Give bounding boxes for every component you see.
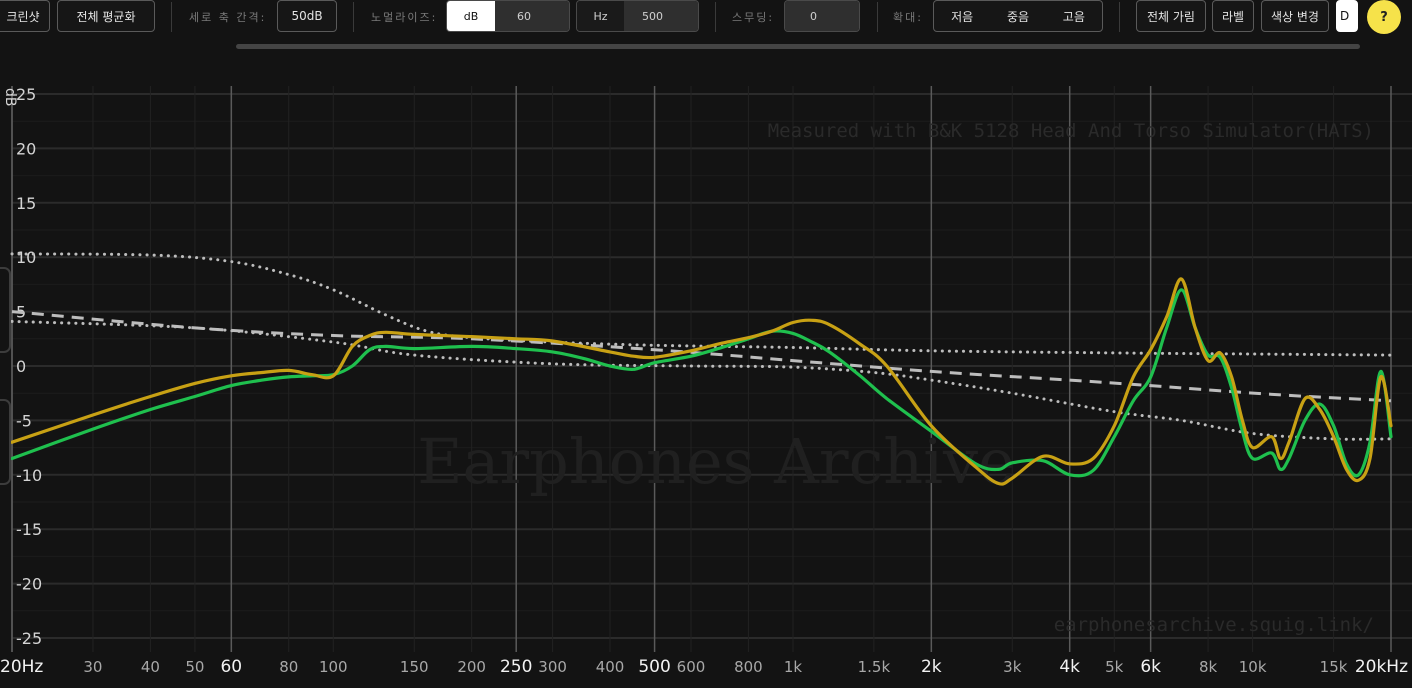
x-tick-label: 800	[734, 658, 763, 676]
x-tick-label: 3k	[1003, 658, 1022, 676]
x-tick-label: 600	[677, 658, 706, 676]
watermark-title: Earphones Archive	[417, 425, 1015, 498]
x-tick-label: 250	[500, 657, 532, 677]
y-tick-label: -15	[16, 520, 42, 539]
x-tick-label: 1k	[784, 658, 803, 676]
zoom-high-button[interactable]: 고음	[1046, 1, 1102, 31]
x-tick-label: 5k	[1105, 658, 1124, 676]
x-tick-label: 400	[596, 658, 625, 676]
x-tick-label: 4k	[1059, 657, 1080, 677]
normalize-hz-group: Hz 500	[576, 0, 699, 32]
smoothing-input[interactable]: 0	[785, 1, 859, 31]
x-tick-label: 50	[185, 658, 204, 676]
toolbar-divider	[715, 2, 716, 32]
y-tick-label: 20	[16, 139, 36, 158]
y-tick-label: 0	[16, 357, 26, 376]
y-tick-label: 10	[16, 248, 36, 267]
x-tick-label: 10k	[1239, 658, 1267, 676]
x-tick-label: 30	[83, 658, 102, 676]
labels-button[interactable]: 라벨	[1212, 0, 1254, 32]
x-tick-label: 40	[141, 658, 160, 676]
x-tick-label: 100	[319, 658, 348, 676]
measurement-annotation: Measured with B&K 5128 Head And Torso Si…	[768, 120, 1374, 142]
x-tick-label: 300	[538, 658, 567, 676]
x-tick-label: 60	[220, 657, 242, 677]
x-tick-label: 20Hz	[0, 657, 43, 677]
x-tick-label: 20kHz	[1355, 657, 1408, 677]
zoom-low-button[interactable]: 저음	[934, 1, 990, 31]
y-tick-label: -20	[16, 575, 42, 594]
yaxis-interval-select[interactable]: 50dB	[277, 0, 337, 32]
x-tick-label: 2k	[921, 657, 942, 677]
zoom-mid-button[interactable]: 중음	[990, 1, 1045, 31]
normalize-all-button[interactable]: 전체 평균화	[57, 0, 155, 32]
x-tick-label: 1.5k	[858, 658, 891, 676]
x-tick-label: 8k	[1199, 658, 1218, 676]
plot-background	[0, 50, 1412, 688]
zoom-label: 확대:	[893, 11, 923, 24]
normalize-db-unit[interactable]: dB	[447, 1, 495, 31]
x-tick-label: 150	[400, 658, 429, 676]
change-color-button[interactable]: 색상 변경	[1261, 0, 1329, 32]
cut-button[interactable]: D	[1336, 0, 1358, 32]
x-tick-label: 200	[457, 658, 486, 676]
smoothing-label: 스무딩:	[732, 11, 775, 24]
yaxis-interval-label: 세로 축 간격:	[189, 11, 267, 24]
x-tick-label: 80	[279, 658, 298, 676]
toolbar-divider	[353, 2, 354, 32]
zoom-group: 저음 중음 고음	[933, 0, 1103, 32]
toolbar-divider	[877, 2, 878, 32]
y-tick-label: -10	[16, 466, 42, 485]
normalize-label: 노멀라이즈:	[371, 11, 438, 24]
hide-all-button[interactable]: 전체 가림	[1136, 0, 1206, 32]
normalize-hz-unit[interactable]: Hz	[577, 1, 624, 31]
horizontal-scrollbar[interactable]	[236, 44, 1360, 49]
y-unit-label: dB	[2, 88, 18, 107]
normalize-hz-input[interactable]: 500	[624, 1, 698, 31]
normalize-db-group: dB 60	[446, 0, 570, 32]
toolbar-divider	[171, 2, 172, 32]
y-tick-label: 15	[16, 194, 36, 213]
x-tick-label: 500	[638, 657, 670, 677]
help-button[interactable]: ?	[1367, 0, 1401, 34]
y-tick-label: -25	[16, 629, 42, 648]
smoothing-group: 0	[784, 0, 860, 32]
normalize-db-input[interactable]: 60	[495, 1, 569, 31]
y-tick-label: -5	[16, 411, 32, 430]
frequency-response-graph: Earphones Archive Measured with B&K 5128…	[0, 50, 1412, 688]
toolbar-divider	[1119, 2, 1120, 32]
x-tick-label: 6k	[1140, 657, 1161, 677]
site-url-annotation: earphonesarchive.squig.link/	[1054, 614, 1374, 636]
screenshot-button[interactable]: 크린샷	[0, 0, 50, 32]
toolbar: 크린샷 전체 평균화 세로 축 간격: 50dB 노멀라이즈: dB 60 Hz…	[0, 0, 1412, 50]
x-tick-label: 15k	[1320, 658, 1348, 676]
y-tick-label: 25	[16, 85, 36, 104]
